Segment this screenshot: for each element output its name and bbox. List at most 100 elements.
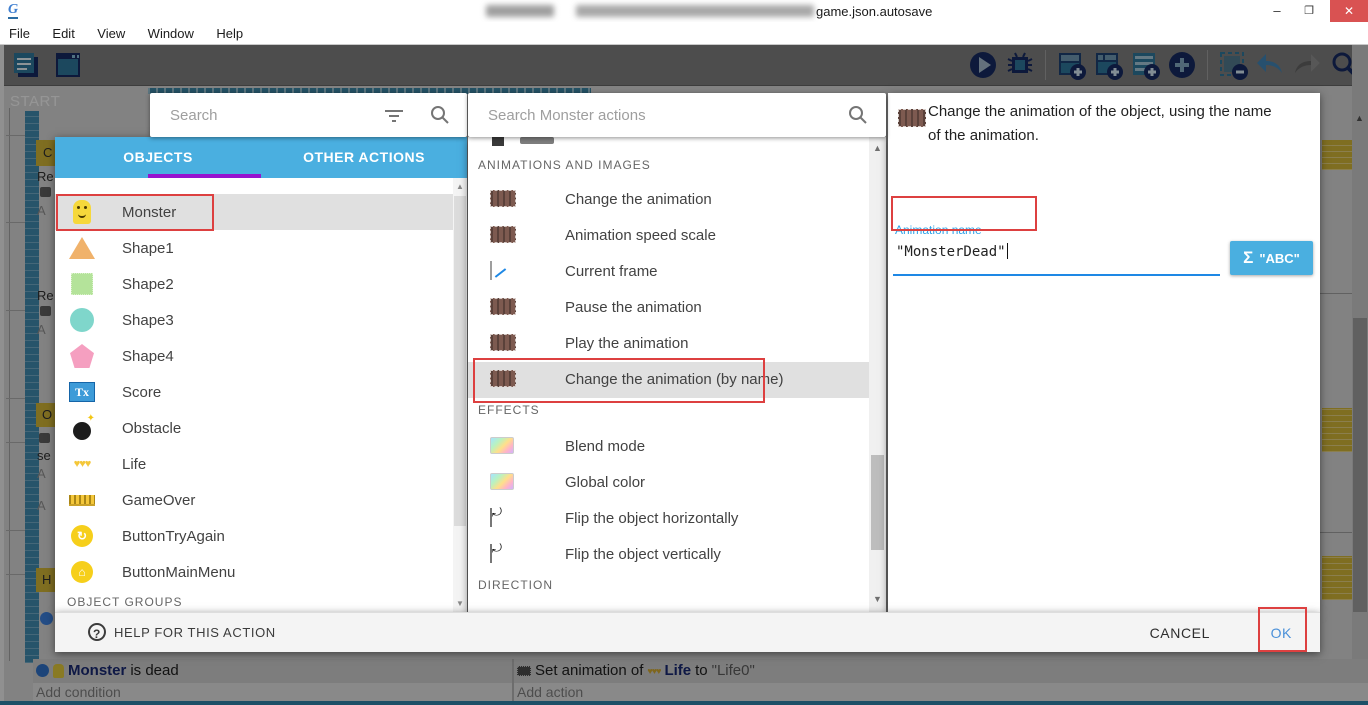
actions-scrollbar[interactable]: ▲ ▼ bbox=[869, 137, 886, 612]
object-row-buttontryagain[interactable]: ↻ ButtonTryAgain bbox=[55, 518, 453, 554]
object-row-buttonmainmenu[interactable]: ⌂ ButtonMainMenu bbox=[55, 554, 453, 590]
ok-button[interactable]: OK bbox=[1271, 625, 1292, 641]
objects-search-card bbox=[150, 93, 467, 137]
redacted-path-text bbox=[576, 5, 814, 17]
action-row-blend-mode[interactable]: Blend mode bbox=[468, 429, 869, 465]
film-icon bbox=[490, 334, 516, 351]
film-icon bbox=[490, 370, 516, 387]
title-bar: G game.json.autosave – ❐ ✕ bbox=[0, 0, 1368, 22]
help-link[interactable]: ? HELP FOR THIS ACTION bbox=[88, 623, 276, 641]
object-label: Obstacle bbox=[122, 420, 181, 437]
palette-icon bbox=[490, 473, 514, 490]
scroll-up-icon[interactable]: ▲ bbox=[873, 143, 882, 153]
cancel-button[interactable]: CANCEL bbox=[1150, 625, 1210, 641]
help-icon: ? bbox=[88, 623, 106, 641]
triangle-icon bbox=[68, 234, 96, 262]
object-row-gameover[interactable]: GameOver bbox=[55, 482, 453, 518]
action-label: Flip the object horizontally bbox=[565, 510, 738, 527]
scrollbar-thumb[interactable] bbox=[454, 196, 466, 526]
animation-name-label: Animation name bbox=[895, 223, 982, 237]
menu-file[interactable]: File bbox=[0, 22, 39, 41]
gdevelop-logo-icon: G bbox=[8, 3, 18, 19]
action-label: Play the animation bbox=[565, 335, 688, 352]
tab-other-actions-label: OTHER ACTIONS bbox=[303, 149, 425, 165]
action-description: Change the animation of the object, usin… bbox=[928, 100, 1308, 148]
input-underline bbox=[893, 274, 1220, 276]
film-icon bbox=[490, 190, 516, 207]
abc-label: "ABC" bbox=[1259, 251, 1300, 266]
film-icon bbox=[490, 226, 516, 243]
object-label: Shape4 bbox=[122, 348, 174, 365]
object-label: Shape1 bbox=[122, 240, 174, 257]
redacted-title-text bbox=[486, 5, 554, 17]
tab-other-actions[interactable]: OTHER ACTIONS bbox=[261, 137, 467, 178]
action-row-flip-horizontally[interactable]: ⤾ Flip the object horizontally bbox=[468, 501, 869, 537]
action-row-current-frame[interactable]: Current frame bbox=[468, 254, 869, 290]
tab-objects-label: OBJECTS bbox=[123, 149, 193, 165]
sigma-icon: Σ bbox=[1243, 248, 1253, 268]
action-row-play-animation[interactable]: Play the animation bbox=[468, 326, 869, 362]
section-effects-header: EFFECTS bbox=[478, 403, 540, 417]
object-row-obstacle[interactable]: Obstacle bbox=[55, 410, 453, 446]
minimize-button[interactable]: – bbox=[1262, 0, 1292, 22]
action-label: Animation speed scale bbox=[565, 227, 716, 244]
search-icon[interactable] bbox=[846, 103, 870, 127]
objects-tab-bar: OBJECTS OTHER ACTIONS bbox=[55, 137, 467, 178]
action-row-flip-vertically[interactable]: ⤾ Flip the object vertically bbox=[468, 537, 869, 573]
text-object-icon: Tx bbox=[68, 378, 96, 406]
object-row-monster[interactable]: Monster bbox=[55, 194, 453, 230]
section-direction-header: DIRECTION bbox=[478, 578, 553, 592]
clipped-row-text bbox=[520, 137, 554, 144]
object-label: ButtonMainMenu bbox=[122, 564, 235, 581]
object-label: GameOver bbox=[122, 492, 195, 509]
objects-search-input[interactable] bbox=[170, 93, 400, 137]
scrollbar-thumb[interactable] bbox=[871, 455, 884, 550]
flip-v-icon: ⤾ bbox=[490, 544, 492, 563]
film-icon bbox=[898, 109, 926, 127]
actions-panel: ANIMATIONS AND IMAGES Change the animati… bbox=[468, 137, 886, 612]
dialog-footer: ? HELP FOR THIS ACTION CANCEL OK bbox=[55, 612, 1320, 652]
hearts-icon: ♥♥♥ bbox=[68, 450, 96, 478]
close-button[interactable]: ✕ bbox=[1330, 0, 1368, 22]
action-row-change-animation-by-name[interactable]: Change the animation (by name) bbox=[468, 362, 869, 398]
parameters-panel: Change the animation of the object, usin… bbox=[888, 93, 1320, 612]
action-row-global-color[interactable]: Global color bbox=[468, 465, 869, 501]
action-label: Flip the object vertically bbox=[565, 546, 721, 563]
help-label: HELP FOR THIS ACTION bbox=[114, 625, 276, 640]
action-label: Pause the animation bbox=[565, 299, 702, 316]
menu-view[interactable]: View bbox=[88, 22, 134, 41]
actions-search-input[interactable] bbox=[488, 93, 818, 137]
scroll-down-icon[interactable]: ▼ bbox=[873, 594, 882, 604]
animation-name-input[interactable]: "MonsterDead" bbox=[896, 243, 1008, 260]
action-row-change-animation[interactable]: Change the animation bbox=[468, 182, 869, 218]
search-icon[interactable] bbox=[428, 103, 452, 127]
object-groups-header: OBJECT GROUPS bbox=[67, 595, 182, 609]
scroll-up-icon[interactable]: ▲ bbox=[456, 182, 464, 191]
expression-editor-button[interactable]: Σ "ABC" bbox=[1230, 241, 1313, 275]
frame-icon bbox=[490, 261, 492, 280]
action-row-pause-animation[interactable]: Pause the animation bbox=[468, 290, 869, 326]
actions-search-card bbox=[468, 93, 886, 137]
tab-objects[interactable]: OBJECTS bbox=[55, 137, 261, 178]
object-row-shape3[interactable]: Shape3 bbox=[55, 302, 453, 338]
objects-scrollbar[interactable]: ▲ ▼ bbox=[453, 178, 467, 612]
banner-icon bbox=[68, 486, 96, 514]
object-label: Life bbox=[122, 456, 146, 473]
menu-window[interactable]: Window bbox=[139, 22, 203, 41]
object-row-life[interactable]: ♥♥♥ Life bbox=[55, 446, 453, 482]
restore-button[interactable]: ❐ bbox=[1294, 0, 1324, 22]
object-row-shape2[interactable]: Shape2 bbox=[55, 266, 453, 302]
action-row-animation-speed[interactable]: Animation speed scale bbox=[468, 218, 869, 254]
app-stage: START C Re A Re A O se A A H ▲ Monster i… bbox=[0, 45, 1368, 705]
pentagon-icon bbox=[68, 342, 96, 370]
home-button-icon: ⌂ bbox=[68, 558, 96, 586]
object-row-score[interactable]: Tx Score bbox=[55, 374, 453, 410]
bomb-icon bbox=[68, 414, 96, 442]
object-row-shape1[interactable]: Shape1 bbox=[55, 230, 453, 266]
object-row-shape4[interactable]: Shape4 bbox=[55, 338, 453, 374]
filter-icon[interactable] bbox=[382, 103, 406, 127]
object-label: ButtonTryAgain bbox=[122, 528, 225, 545]
menu-help[interactable]: Help bbox=[207, 22, 252, 41]
scroll-down-icon[interactable]: ▼ bbox=[456, 599, 464, 608]
menu-edit[interactable]: Edit bbox=[43, 22, 83, 41]
